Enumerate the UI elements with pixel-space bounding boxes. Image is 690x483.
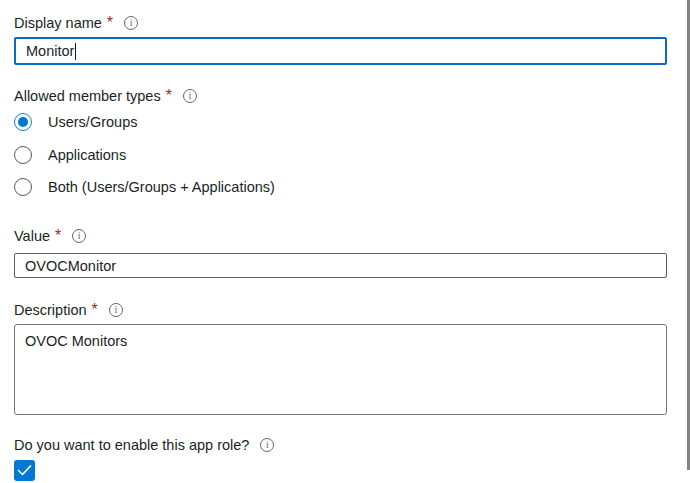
- info-icon[interactable]: i: [109, 303, 123, 317]
- display-name-value: Monitor: [26, 43, 74, 59]
- description-label: Description: [14, 302, 87, 318]
- info-icon[interactable]: i: [72, 229, 86, 243]
- description-label-row: Description * i: [14, 300, 123, 320]
- enable-app-role-checkbox[interactable]: [14, 460, 35, 481]
- value-label-row: Value * i: [14, 226, 86, 246]
- required-asterisk: *: [55, 227, 61, 245]
- radio-applications[interactable]: Applications: [14, 145, 126, 164]
- radio-users-groups[interactable]: Users/Groups: [14, 112, 137, 131]
- radio-label: Applications: [48, 147, 126, 163]
- enable-app-role-label-row: Do you want to enable this app role? i: [14, 435, 274, 455]
- enable-app-role-label: Do you want to enable this app role?: [14, 437, 249, 453]
- info-icon[interactable]: i: [183, 89, 197, 103]
- radio-unselected-icon: [14, 146, 32, 164]
- required-asterisk: *: [92, 301, 98, 319]
- value-value: OVOCMonitor: [25, 258, 116, 274]
- radio-label: Both (Users/Groups + Applications): [48, 179, 275, 195]
- info-icon[interactable]: i: [124, 16, 138, 30]
- required-asterisk: *: [166, 87, 172, 105]
- display-name-label-row: Display name * i: [14, 13, 138, 33]
- value-label: Value: [14, 228, 50, 244]
- radio-unselected-icon: [14, 178, 32, 196]
- display-name-label: Display name: [14, 15, 102, 31]
- radio-both[interactable]: Both (Users/Groups + Applications): [14, 177, 275, 196]
- info-icon[interactable]: i: [260, 438, 274, 452]
- description-textarea[interactable]: OVOC Monitors: [14, 324, 667, 415]
- allowed-member-types-label-row: Allowed member types * i: [14, 86, 197, 106]
- radio-label: Users/Groups: [48, 114, 137, 130]
- allowed-member-types-label: Allowed member types: [14, 88, 161, 104]
- value-input[interactable]: OVOCMonitor: [14, 253, 667, 278]
- text-caret: [75, 43, 76, 60]
- radio-selected-icon: [14, 113, 32, 131]
- checkmark-icon: [17, 464, 32, 477]
- display-name-input[interactable]: Monitor: [14, 37, 667, 65]
- description-value: OVOC Monitors: [25, 333, 127, 349]
- required-asterisk: *: [107, 14, 113, 32]
